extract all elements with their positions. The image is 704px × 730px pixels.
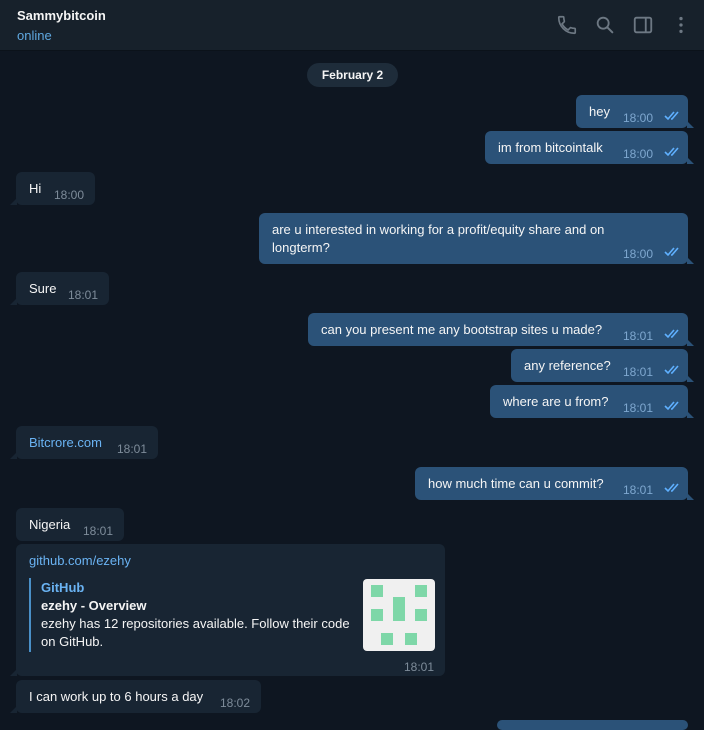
message-text: Sure xyxy=(29,281,57,296)
chat-status: online xyxy=(17,28,52,43)
message-text: Nigeria xyxy=(29,517,71,532)
read-ticks-icon xyxy=(664,111,682,121)
message-text: hey xyxy=(589,104,610,119)
message-time: 18:01 xyxy=(623,401,654,415)
message-text-line: are u interested in working for a profit… xyxy=(272,222,605,237)
message-text: where are u from? xyxy=(503,394,609,409)
sidebar-toggle-icon[interactable] xyxy=(632,14,654,36)
message-time: 18:01 xyxy=(83,524,114,538)
message-outgoing[interactable]: hey 18:00 xyxy=(576,95,694,128)
message-time: 18:01 xyxy=(623,329,654,343)
message-time: 18:01 xyxy=(68,288,99,302)
message-link[interactable]: Bitcrore.com xyxy=(29,434,102,452)
message-incoming-link-preview[interactable]: github.com/ezehy GitHub ezehy - Overview… xyxy=(10,544,445,676)
message-time: 18:00 xyxy=(623,247,654,261)
message-time: 18:01 xyxy=(117,442,148,456)
message-incoming[interactable]: Sure 18:01 xyxy=(10,272,109,305)
github-identicon-icon[interactable] xyxy=(363,579,435,651)
preview-description: ezehy has 12 repositories available. Fol… xyxy=(41,616,350,649)
message-time: 18:00 xyxy=(623,111,654,125)
message-outgoing[interactable]: how much time can u commit? 18:01 xyxy=(415,467,694,500)
message-link[interactable]: github.com/ezehy xyxy=(29,552,131,570)
message-incoming[interactable]: Nigeria 18:01 xyxy=(16,508,124,541)
message-time: 18:00 xyxy=(623,147,654,161)
more-vertical-icon[interactable] xyxy=(670,14,692,36)
message-outgoing[interactable]: im from bitcointalk 18:00 xyxy=(485,131,694,164)
message-time: 18:01 xyxy=(404,660,435,674)
message-incoming[interactable]: Bitcrore.com 18:01 xyxy=(10,426,158,459)
message-time: 18:01 xyxy=(623,483,654,497)
message-text: im from bitcointalk xyxy=(498,140,603,155)
message-text-line: longterm? xyxy=(272,240,330,255)
date-separator: February 2 xyxy=(307,63,398,87)
read-ticks-icon xyxy=(664,147,682,157)
message-outgoing[interactable]: where are u from? 18:01 xyxy=(490,385,694,418)
search-icon[interactable] xyxy=(594,14,616,36)
message-text: I can work up to 6 hours a day xyxy=(29,689,204,704)
phone-icon[interactable] xyxy=(556,14,578,36)
message-text: Hi xyxy=(29,181,42,196)
read-ticks-icon xyxy=(664,401,682,411)
message-text: any reference? xyxy=(524,358,611,373)
message-outgoing[interactable]: can you present me any bootstrap sites u… xyxy=(308,313,694,346)
chat-title[interactable]: Sammybitcoin xyxy=(17,8,106,23)
message-text: how much time can u commit? xyxy=(428,476,604,491)
read-ticks-icon xyxy=(664,329,682,339)
link-preview[interactable]: GitHub ezehy - Overview ezehy has 12 rep… xyxy=(29,578,435,652)
message-incoming[interactable]: Hi 18:00 xyxy=(10,172,95,205)
preview-title: ezehy - Overview xyxy=(41,598,147,613)
message-text: can you present me any bootstrap sites u… xyxy=(321,322,603,337)
message-outgoing[interactable]: are u interested in working for a profit… xyxy=(259,213,694,264)
message-outgoing[interactable]: any reference? 18:01 xyxy=(511,349,694,382)
preview-site-name: GitHub xyxy=(41,580,85,595)
message-time: 18:00 xyxy=(54,188,85,202)
message-time: 18:02 xyxy=(220,696,251,710)
chat-header: Sammybitcoin online xyxy=(0,0,704,51)
message-time: 18:01 xyxy=(623,365,654,379)
read-ticks-icon xyxy=(664,247,682,257)
read-ticks-icon xyxy=(664,365,682,375)
message-incoming[interactable]: I can work up to 6 hours a day 18:02 xyxy=(10,680,261,713)
read-ticks-icon xyxy=(664,483,682,493)
